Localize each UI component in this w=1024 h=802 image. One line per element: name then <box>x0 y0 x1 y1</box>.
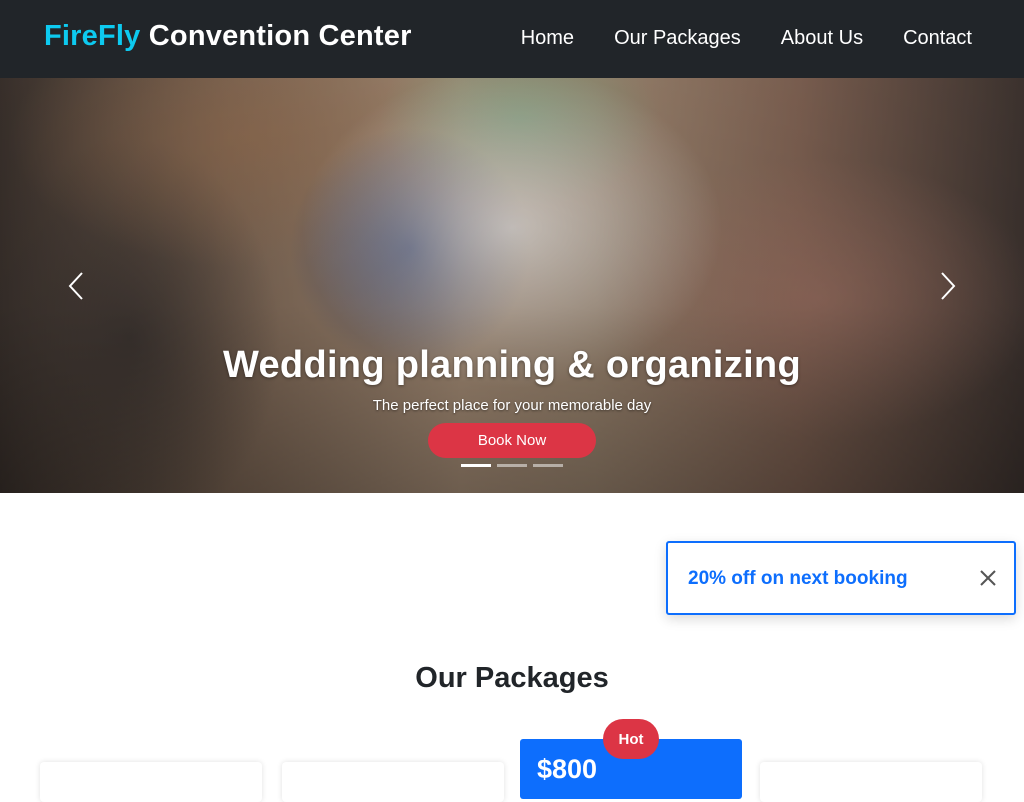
nav-links: Home Our Packages About Us Contact <box>521 27 972 50</box>
brand-name-text: Convention Center <box>148 20 412 52</box>
carousel-next-button[interactable] <box>932 271 962 301</box>
top-navbar: FireFly Convention Center Home Our Packa… <box>0 0 1024 78</box>
nav-link-contact[interactable]: Contact <box>903 27 972 50</box>
hero-title: Wedding planning & organizing <box>223 344 801 386</box>
package-card[interactable] <box>282 762 504 802</box>
packages-section-title: Our Packages <box>415 662 609 694</box>
close-icon <box>980 570 996 586</box>
nav-link-our-packages[interactable]: Our Packages <box>614 27 741 50</box>
chevron-left-icon <box>68 272 83 300</box>
package-card[interactable] <box>40 762 262 802</box>
toast-message: 20% off on next booking <box>688 568 908 589</box>
brand-accent-text: FireFly <box>44 20 141 52</box>
hot-badge: Hot <box>603 719 659 759</box>
carousel-indicator-3[interactable] <box>533 464 563 467</box>
brand-logo[interactable]: FireFly Convention Center <box>44 20 412 53</box>
book-now-button[interactable]: Book Now <box>428 423 596 458</box>
nav-link-home[interactable]: Home <box>521 27 574 50</box>
chevron-right-icon <box>941 272 956 300</box>
carousel-indicators <box>461 464 563 467</box>
hero-carousel: Wedding planning & organizing The perfec… <box>0 78 1024 493</box>
discount-toast: 20% off on next booking <box>666 541 1016 615</box>
toast-close-button[interactable] <box>979 569 997 587</box>
carousel-indicator-2[interactable] <box>497 464 527 467</box>
hero-subtitle: The perfect place for your memorable day <box>372 397 652 414</box>
nav-link-about-us[interactable]: About Us <box>781 27 863 50</box>
hero-caption: Wedding planning & organizing The perfec… <box>0 344 1024 414</box>
carousel-indicator-1[interactable] <box>461 464 491 467</box>
package-card[interactable] <box>760 762 982 802</box>
carousel-prev-button[interactable] <box>62 271 92 301</box>
featured-package-price: $800 <box>537 754 598 784</box>
